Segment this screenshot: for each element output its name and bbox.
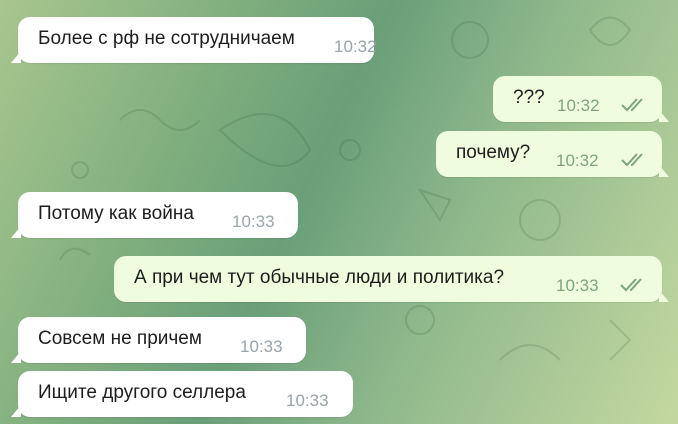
double-check-icon: [620, 278, 646, 292]
message-incoming[interactable]: Более с рф не сотрудничаем 10:32: [11, 17, 377, 63]
message-outgoing[interactable]: почему? 10:32: [436, 131, 669, 177]
message-time: 10:33: [240, 337, 283, 356]
message-outgoing[interactable]: ??? 10:32: [493, 76, 669, 122]
double-check-icon: [621, 153, 647, 167]
message-text: А при чем тут обычные люди и политика?: [134, 267, 505, 288]
message-time: 10:32: [557, 96, 600, 115]
message-text: Потому как война: [38, 203, 194, 224]
message-text: Ищите другого селлера: [38, 382, 246, 403]
message-outgoing[interactable]: А при чем тут обычные люди и политика? 1…: [114, 256, 669, 302]
double-check-icon: [621, 98, 647, 112]
message-time: 10:32: [556, 151, 599, 170]
message-time: 10:33: [556, 276, 599, 295]
message-incoming[interactable]: Совсем не причем 10:33: [11, 317, 306, 363]
message-text: почему?: [456, 142, 531, 163]
message-text: Более с рф не сотрудничаем: [38, 28, 295, 49]
message-text: ???: [513, 87, 545, 108]
message-incoming[interactable]: Ищите другого селлера 10:33: [11, 371, 353, 417]
message-time: 10:33: [232, 212, 275, 231]
message-time: 10:32: [334, 37, 377, 56]
message-incoming[interactable]: Потому как война 10:33: [11, 192, 298, 238]
message-text: Совсем не причем: [38, 328, 202, 349]
message-time: 10:33: [286, 391, 329, 410]
